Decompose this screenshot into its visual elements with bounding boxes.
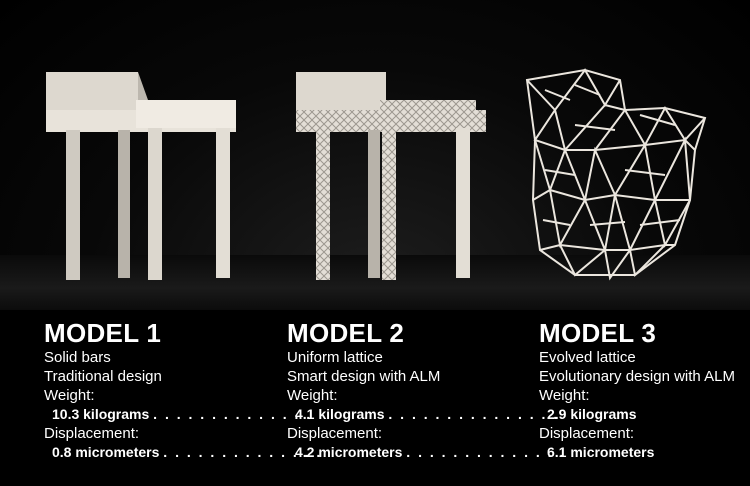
displacement-row: 6.1 micrometers xyxy=(539,443,749,462)
model-subtitle: Evolved lattice xyxy=(539,349,636,366)
displacement-row: 4.2 micrometers . . . . . . . . . . . . … xyxy=(287,443,563,462)
model-1-spec: MODEL 1 Solid bars Traditional design We… xyxy=(44,318,320,462)
model-design: Evolutionary design with ALM xyxy=(539,368,735,385)
model-title: MODEL 3 xyxy=(539,318,657,348)
chair-model-2 xyxy=(296,72,486,280)
displacement-value: 0.8 micrometers xyxy=(52,444,160,460)
model-design: Traditional design xyxy=(44,368,162,385)
product-photo xyxy=(0,0,750,310)
model-title: MODEL 1 xyxy=(44,318,162,348)
model-subtitle: Uniform lattice xyxy=(287,349,383,366)
displacement-label: Displacement: xyxy=(44,425,140,442)
weight-label: Weight: xyxy=(539,387,590,404)
weight-row: 10.3 kilograms . . . . . . . . . . . . .… xyxy=(44,405,310,424)
chair-model-3 xyxy=(525,68,707,281)
model-2-spec: MODEL 2 Uniform lattice Smart design wit… xyxy=(287,318,563,462)
weight-value: 4.1 kilograms xyxy=(295,406,385,422)
displacement-label: Displacement: xyxy=(287,425,383,442)
displacement-label: Displacement: xyxy=(539,425,635,442)
displacement-value: 4.2 micrometers xyxy=(295,444,403,460)
weight-label: Weight: xyxy=(44,387,95,404)
chair-model-1 xyxy=(46,72,236,280)
displacement-row: 0.8 micrometers . . . . . . . . . . . . … xyxy=(44,443,320,462)
weight-row: 2.9 kilograms xyxy=(539,405,749,424)
displacement-value: 6.1 micrometers xyxy=(547,444,655,460)
weight-row: 4.1 kilograms . . . . . . . . . . . . . … xyxy=(287,405,557,424)
model-subtitle: Solid bars xyxy=(44,349,111,366)
model-design: Smart design with ALM xyxy=(287,368,441,385)
dot-leader: . . . . . . . . . . . . . . . xyxy=(388,406,560,422)
model-title: MODEL 2 xyxy=(287,318,405,348)
weight-label: Weight: xyxy=(287,387,338,404)
weight-value: 2.9 kilograms xyxy=(547,406,637,422)
model-3-spec: MODEL 3 Evolved lattice Evolutionary des… xyxy=(539,318,749,462)
weight-value: 10.3 kilograms xyxy=(52,406,150,422)
